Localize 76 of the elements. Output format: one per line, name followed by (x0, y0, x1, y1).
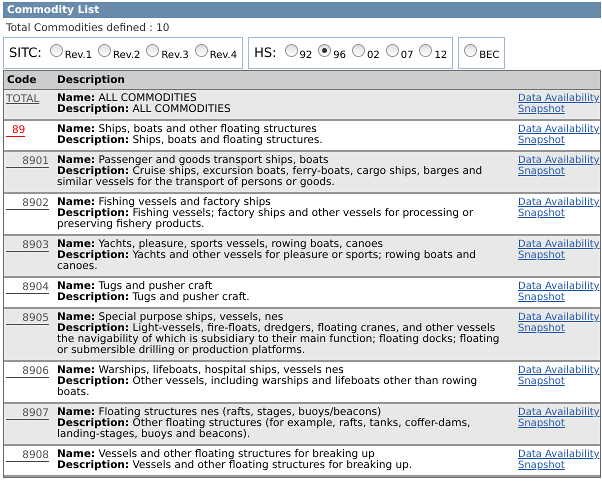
radio-button[interactable] (386, 44, 399, 56)
name-text: Name: Vessels and other floating structures for breaking up (57, 449, 376, 460)
code-link[interactable]: 8908 (6, 449, 49, 462)
table-link[interactable]: Data Availability (518, 155, 600, 166)
description-text: Description: Tugs and pusher craft. (57, 292, 251, 303)
table-link[interactable]: Snapshot (518, 376, 565, 387)
radio-button[interactable] (464, 44, 478, 56)
radio-button[interactable] (50, 44, 63, 56)
radio-button[interactable] (284, 44, 298, 56)
summary-text: Total Commodities defined : 10 (5, 21, 170, 36)
radio-button[interactable] (98, 44, 112, 56)
table-link[interactable]: Data Availability (518, 365, 600, 376)
radio-label: 96 (333, 50, 346, 60)
name-text: Name: ALL COMMODITIES (57, 93, 198, 104)
radio-label: Rev.2 (113, 50, 140, 60)
description-text: Description: Cruise ships, excursion boats, ferry-boats, cargo ships, barges and similar vessels for the transport of persons or goods. (57, 166, 484, 188)
radio-label: BEC (479, 50, 500, 60)
code-link[interactable]: TOTAL (6, 93, 40, 105)
radio-button[interactable] (419, 44, 432, 56)
table-link[interactable]: Snapshot (518, 250, 565, 261)
table-link[interactable]: Snapshot (518, 292, 565, 303)
table-link[interactable]: Data Availability (518, 449, 600, 460)
name-text: Name: Tugs and pusher craft (57, 281, 214, 292)
table-link[interactable]: Data Availability (518, 124, 600, 135)
description-text: Description: Yachts and other vessels for pleasure or sports; rowing boats and canoes. (57, 250, 477, 272)
name-text: Name: Yachts, pleasure, sports vessels, rowing boats, canoes (57, 239, 384, 250)
table-link[interactable]: Snapshot (518, 135, 565, 146)
code-link[interactable]: 8906 (6, 365, 49, 378)
code-link[interactable]: 8902 (6, 197, 49, 210)
name-text: Name: Special purpose ships, vessels, nes (57, 312, 284, 323)
description-text: Description: Other vessels, including warships and lifeboats other than rowing boats. (57, 376, 478, 398)
table-link[interactable]: Data Availability (518, 312, 600, 323)
table-link[interactable]: Snapshot (518, 208, 565, 219)
table-link[interactable]: Snapshot (518, 418, 565, 429)
description-text: Description: Ships, boats and floating structures. (57, 135, 324, 146)
radio-button[interactable] (194, 44, 208, 56)
radio-button[interactable] (318, 44, 332, 56)
code-link[interactable]: 8903 (6, 239, 49, 252)
name-text: Name: Warships, lifeboats, hospital ships, vessels nes (57, 365, 345, 376)
radio-button[interactable] (146, 44, 160, 56)
radio-label: Rev.1 (64, 50, 92, 60)
table-link[interactable]: Data Availability (518, 197, 600, 208)
description-text: Description: Other floating structures (for example, rafts, tanks, coffer-dams, landing-stages, buoys and beacons). (57, 418, 472, 440)
radio-label: 12 (434, 50, 448, 60)
table-link[interactable]: Data Availability (518, 93, 600, 104)
code-link[interactable]: 8907 (6, 407, 49, 420)
column-header: Code (6, 74, 38, 86)
table-link[interactable]: Data Availability (518, 239, 600, 250)
name-text: Name: Ships, boats and other floating structures (57, 124, 318, 135)
panel-title: Commodity List (3, 2, 601, 18)
table-link[interactable]: Data Availability (518, 281, 600, 292)
name-text: Name: Passenger and goods transport ships, boats (57, 155, 330, 166)
table-link[interactable]: Snapshot (518, 460, 565, 471)
group-label: HS: (254, 46, 277, 60)
column-header: Description (57, 74, 125, 86)
code-link[interactable]: 8901 (6, 155, 49, 168)
name-text: Name: Floating structures nes (rafts, stages, buoys/beacons) (57, 407, 382, 418)
radio-label: 92 (300, 50, 312, 60)
description-text: Description: Fishing vessels; factory ships and other vessels for processing or preserving fishery products. (57, 208, 474, 230)
radio-label: 07 (400, 50, 414, 60)
group-label: SITC: (9, 46, 42, 60)
table-link[interactable]: Data Availability (518, 407, 600, 418)
radio-label: Rev.3 (161, 50, 189, 60)
code-link[interactable]: 8904 (6, 281, 49, 294)
table-link[interactable]: Snapshot (518, 166, 565, 177)
description-text: Description: Light-vessels, fire-floats, dredgers, floating cranes, and other vessels the navigability of which is subsidiary to their main function; floating docks; floating or submersible drilling or production platforms. (57, 323, 500, 356)
description-text: Description: ALL COMMODITIES (57, 104, 232, 115)
radio-button[interactable] (352, 44, 365, 56)
table-link[interactable]: Snapshot (518, 104, 565, 115)
name-text: Name: Fishing vessels and factory ships (57, 197, 272, 208)
description-text: Description: Vessels and other floating structures for breaking up. (57, 460, 414, 471)
radio-label: 02 (367, 50, 380, 60)
radio-label: Rev.4 (210, 50, 238, 60)
code-link[interactable]: 89 (6, 124, 26, 137)
table-link[interactable]: Snapshot (518, 323, 565, 334)
code-link[interactable]: 8905 (6, 312, 49, 325)
